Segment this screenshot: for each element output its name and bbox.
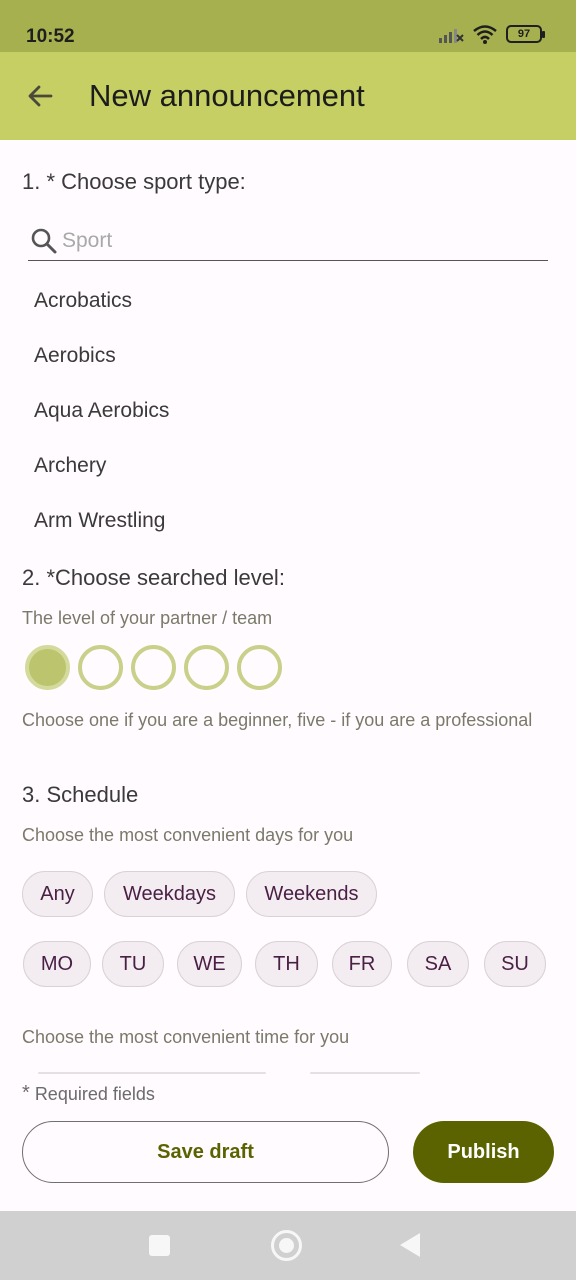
required-fields-note: * Required fields bbox=[22, 1082, 155, 1107]
time-from-field[interactable] bbox=[38, 1072, 266, 1074]
level-title: 2. *Choose searched level: bbox=[22, 565, 285, 590]
sport-item-archery[interactable]: Archery bbox=[34, 454, 106, 478]
chip-day-su[interactable]: SU bbox=[484, 941, 546, 987]
chip-weekends[interactable]: Weekends bbox=[246, 871, 377, 917]
nav-back-icon[interactable] bbox=[400, 1233, 420, 1257]
chip-day-tu[interactable]: TU bbox=[102, 941, 164, 987]
system-nav-bar bbox=[0, 1211, 576, 1280]
home-icon[interactable] bbox=[271, 1230, 302, 1261]
chip-day-fr[interactable]: FR bbox=[332, 941, 392, 987]
back-arrow-icon[interactable] bbox=[22, 78, 58, 114]
save-draft-button[interactable]: Save draft bbox=[22, 1121, 389, 1183]
level-circle-2[interactable] bbox=[78, 645, 123, 690]
chip-weekdays[interactable]: Weekdays bbox=[104, 871, 235, 917]
required-fields-label: Required fields bbox=[34, 1084, 155, 1104]
publish-button[interactable]: Publish bbox=[413, 1121, 554, 1183]
chip-day-mo[interactable]: MO bbox=[23, 941, 91, 987]
level-circle-5[interactable] bbox=[237, 645, 282, 690]
battery-level: 97 bbox=[517, 28, 531, 40]
page-title: New announcement bbox=[89, 78, 365, 113]
status-icons: 97 bbox=[438, 24, 545, 44]
sport-item-arm-wrestling[interactable]: Arm Wrestling bbox=[34, 509, 165, 533]
days-hint: Choose the most convenient days for you bbox=[22, 825, 354, 845]
chip-day-sa[interactable]: SA bbox=[407, 941, 469, 987]
level-hint: Choose one if you are a beginner, five -… bbox=[22, 710, 533, 730]
sport-search-box[interactable] bbox=[28, 222, 548, 261]
time-hint: Choose the most convenient time for you bbox=[22, 1027, 350, 1047]
status-time: 10:52 bbox=[26, 26, 75, 47]
level-subtitle: The level of your partner / team bbox=[22, 608, 273, 628]
schedule-title: 3. Schedule bbox=[22, 782, 139, 807]
level-circle-4[interactable] bbox=[184, 645, 229, 690]
sport-item-acrobatics[interactable]: Acrobatics bbox=[34, 289, 132, 313]
signal-icon bbox=[439, 29, 464, 43]
status-bar: 10:52 97 bbox=[0, 0, 576, 52]
time-to-field[interactable] bbox=[310, 1072, 420, 1074]
level-circle-3[interactable] bbox=[131, 645, 176, 690]
chip-day-we[interactable]: WE bbox=[177, 941, 242, 987]
sport-search-input[interactable] bbox=[62, 229, 522, 253]
chip-day-th[interactable]: TH bbox=[255, 941, 318, 987]
app-bar: New announcement bbox=[0, 52, 576, 140]
battery-icon: 97 bbox=[506, 25, 545, 43]
level-circle-1[interactable] bbox=[25, 645, 70, 690]
sport-item-aerobics[interactable]: Aerobics bbox=[34, 344, 116, 368]
required-star: * bbox=[22, 1082, 30, 1104]
chip-any[interactable]: Any bbox=[22, 871, 93, 917]
recent-apps-icon[interactable] bbox=[149, 1235, 170, 1256]
wifi-icon bbox=[473, 25, 497, 44]
sport-type-title: 1. * Choose sport type: bbox=[22, 169, 246, 194]
sport-item-aqua-aerobics[interactable]: Aqua Aerobics bbox=[34, 399, 169, 423]
search-icon bbox=[31, 228, 57, 254]
